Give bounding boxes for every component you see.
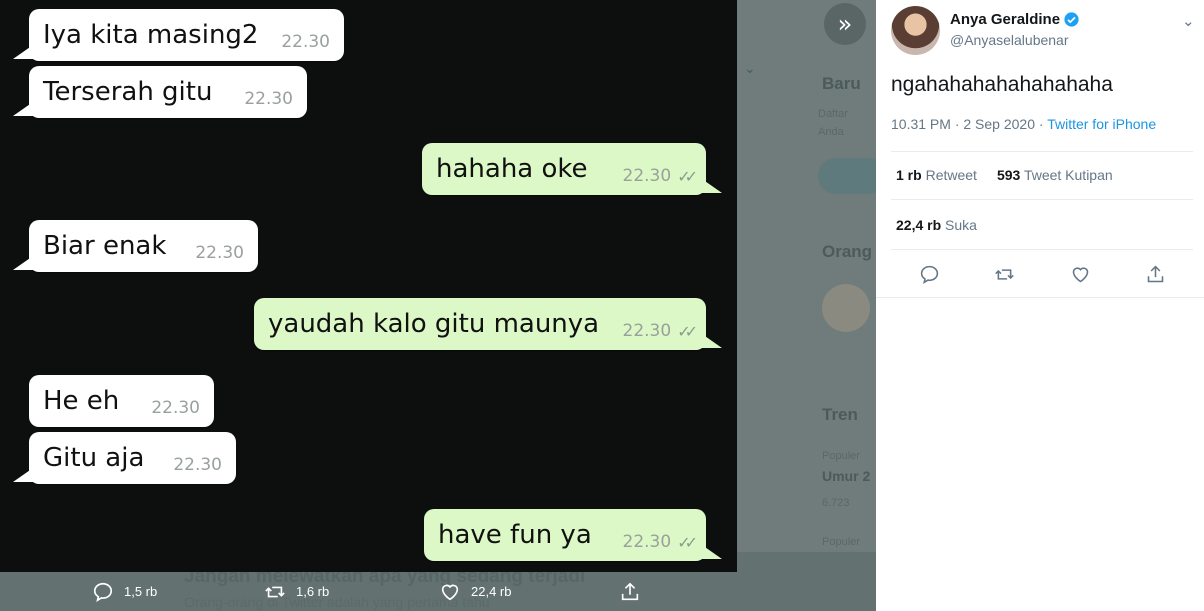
message-text: He eh [43,386,120,416]
reply-button[interactable] [912,258,946,290]
collapse-panel-button[interactable]: » [824,3,866,45]
likes-label: Suka [945,217,977,233]
chat-bubble-incoming: Iya kita masing2 22.30 [13,9,344,61]
chevron-down-icon: ⌄ [744,60,756,76]
message-text: yaudah kalo gitu maunya [268,309,600,339]
heart-icon [1072,266,1088,282]
message-text: Iya kita masing2 [43,20,259,50]
tweet-actions [876,258,1204,290]
message-time: 22.30 [622,321,672,341]
likes-stats: 22,4 rb Suka [896,217,977,233]
divider [876,297,1204,298]
like-button[interactable]: 22,4 rb [439,572,511,611]
message-text: Gitu aja [43,443,145,473]
message-time: 22.30 [195,243,244,263]
more-options-icon[interactable]: ⌄ [1182,12,1195,30]
author-handle[interactable]: @Anyaselalubenar [950,32,1069,48]
author-row: Anya Geraldine [950,11,1080,28]
divider [891,249,1193,250]
message-text: Biar enak [43,231,167,261]
share-button[interactable] [1138,258,1172,290]
retweet-button[interactable] [987,258,1021,290]
reply-icon [93,582,113,602]
retweet-icon [265,586,285,597]
bg-small-text: Anda [818,126,844,138]
retweet-count: 1,6 rb [296,584,330,599]
retweet-button[interactable]: 1,6 rb [264,572,329,611]
share-icon [621,582,639,600]
read-ticks-icon: ✓✓ [677,166,698,186]
retweets-stat[interactable]: 1 rb Retweet [896,167,977,183]
heart-icon [441,584,459,600]
share-icon [1147,265,1163,282]
tweet-panel: Anya Geraldine @Anyaselalubenar ⌄ ngahah… [876,0,1204,611]
divider [891,151,1193,152]
chat-bubble-outgoing: yaudah kalo gitu maunya 22.30 ✓✓ [254,298,722,350]
reply-button[interactable]: 1,5 rb [92,572,157,611]
verified-badge-icon [1064,12,1079,27]
tweet-text: ngahahahahahahahaha [891,73,1113,96]
bg-heading-trends: Tren [822,405,858,424]
media-image[interactable]: Iya kita masing2 22.30 Terserah gitu 22.… [0,0,737,572]
message-time: 22.30 [281,32,330,52]
quotes-stat[interactable]: 593 Tweet Kutipan [997,167,1113,183]
retweet-stats: 1 rb Retweet 593 Tweet Kutipan [896,167,1113,183]
like-count: 22,4 rb [471,584,512,599]
author-name[interactable]: Anya Geraldine [950,11,1060,28]
reply-count: 1,5 rb [124,584,158,599]
message-time: 22.30 [173,455,222,475]
avatar[interactable] [891,6,940,55]
message-text: hahaha oke [436,154,588,184]
read-ticks-icon: ✓✓ [677,321,698,341]
read-ticks-icon: ✓✓ [677,532,698,552]
message-text: have fun ya [438,520,592,550]
bg-heading-people: Orang [822,242,873,261]
retweets-label: Retweet [925,167,977,183]
message-time: 22.30 [151,398,200,418]
tweet-timestamp[interactable]: 10.31 PM · 2 Sep 2020 · [891,116,1044,132]
tweet-source-link[interactable]: Twitter for iPhone [1047,116,1156,132]
double-chevron-right-icon: » [837,10,853,38]
share-button[interactable] [619,572,651,611]
chat-bubble-incoming: Terserah gitu 22.30 [13,66,307,118]
bg-trend-name: Umur 2 [822,468,871,484]
retweets-count: 1 rb [896,167,922,183]
bg-small-text: Daftar [818,108,848,120]
chat-bubble-outgoing: have fun ya 22.30 ✓✓ [424,509,722,561]
reply-icon [920,265,938,284]
bg-small-text: 6.723 [822,497,850,509]
chat-bubble-incoming: Gitu aja 22.30 [13,432,236,484]
tweet-meta: 10.31 PM · 2 Sep 2020 · Twitter for iPho… [891,116,1156,132]
quotes-count: 593 [996,167,1021,183]
chat-bubble-outgoing: hahaha oke 22.30 ✓✓ [422,143,722,195]
likes-stat[interactable]: 22,4 rb Suka [896,217,977,233]
bg-heading-new: Baru [822,74,861,93]
chat-bubble-incoming: Biar enak 22.30 [13,220,258,272]
media-action-bar: 1,5 rb 1,6 rb 22,4 rb [0,572,737,611]
bg-avatar [822,284,870,332]
message-time: 22.30 [622,166,672,186]
message-text: Terserah gitu [43,77,213,107]
like-button[interactable] [1063,258,1097,290]
message-time: 22.30 [622,532,672,552]
quotes-label: Tweet Kutipan [1023,167,1113,183]
message-time: 22.30 [244,89,293,109]
chat-bubble-incoming: He eh 22.30 [29,375,214,427]
divider [891,199,1193,200]
likes-count: 22,4 rb [896,217,942,233]
bg-small-text: Populer [822,536,860,548]
retweet-icon [994,268,1014,280]
bg-small-text: Populer [822,450,860,462]
